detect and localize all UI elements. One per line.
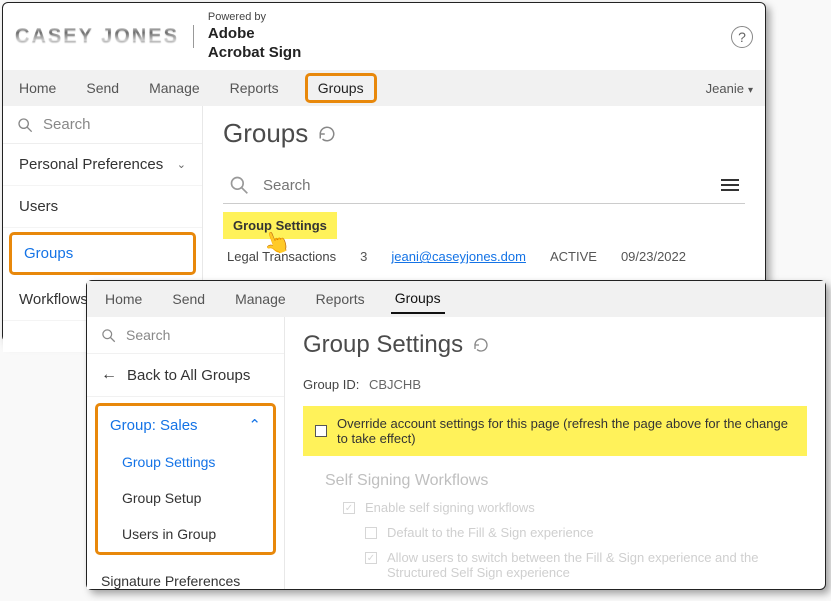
- chevron-down-icon: ⌄: [177, 158, 186, 171]
- nav-manage[interactable]: Manage: [145, 74, 204, 102]
- list-search-input[interactable]: [263, 177, 721, 194]
- nav-reports[interactable]: Reports: [226, 74, 283, 102]
- refresh-icon[interactable]: [473, 337, 489, 353]
- search-icon: [229, 175, 249, 195]
- sidebar-item-users[interactable]: Users: [3, 186, 202, 228]
- group-id-value: CBJCHB: [369, 377, 421, 392]
- page-title: Groups: [223, 118, 745, 149]
- opt-allow-switch[interactable]: ✓ Allow users to switch between the Fill…: [365, 550, 807, 580]
- group-settings-popup[interactable]: Group Settings 👆: [223, 212, 337, 239]
- powered-by-small: Powered by: [208, 11, 301, 25]
- sidebar-item-personal-preferences[interactable]: Personal Preferences ⌄: [3, 144, 202, 186]
- group-id: Group ID: CBJCHB: [303, 377, 807, 392]
- search-icon: [17, 117, 33, 133]
- sidebar: Search ← Back to All Groups Group: Sales…: [87, 317, 285, 589]
- page-title-text: Groups: [223, 118, 308, 149]
- opt-enable-self-signing[interactable]: ✓ Enable self signing workflows: [343, 500, 807, 515]
- sidebar-search-label: Search: [43, 116, 91, 133]
- help-icon[interactable]: ?: [731, 26, 753, 48]
- app-header: CASEY JONES Powered by Adobe Acrobat Sig…: [3, 3, 765, 70]
- checkbox-icon: ✓: [365, 552, 377, 564]
- group-status: ACTIVE: [550, 249, 597, 264]
- sidebar-item-signature-preferences[interactable]: Signature Preferences: [87, 561, 284, 601]
- group-count: 3: [360, 249, 367, 264]
- page-title: Group Settings: [303, 331, 807, 359]
- opt-label: Allow users to switch between the Fill &…: [387, 550, 807, 580]
- override-label: Override account settings for this page …: [337, 416, 795, 446]
- nav-reports[interactable]: Reports: [312, 285, 369, 313]
- list-search-bar: [223, 167, 745, 204]
- nav-send[interactable]: Send: [82, 74, 123, 102]
- brand-logo: CASEY JONES: [15, 25, 194, 48]
- nav-home[interactable]: Home: [15, 74, 60, 102]
- group-header[interactable]: Group: Sales ⌃: [98, 406, 273, 444]
- group-id-label: Group ID:: [303, 377, 359, 392]
- override-settings-bar[interactable]: Override account settings for this page …: [303, 406, 807, 456]
- opt-default-fill-sign[interactable]: Default to the Fill & Sign experience: [365, 525, 807, 540]
- sidebar-search[interactable]: Search: [87, 317, 284, 353]
- nav-home[interactable]: Home: [101, 285, 146, 313]
- body-layout: Search ← Back to All Groups Group: Sales…: [87, 317, 825, 589]
- group-header-label: Group: Sales: [110, 417, 198, 434]
- nav-manage[interactable]: Manage: [231, 285, 290, 313]
- arrow-left-icon: ←: [101, 366, 117, 384]
- primary-nav: Home Send Manage Reports Groups: [87, 281, 825, 317]
- search-icon: [101, 328, 116, 343]
- user-menu[interactable]: Jeanie: [706, 81, 753, 96]
- primary-nav: Home Send Manage Reports Groups Jeanie: [3, 70, 765, 106]
- sidebar-search-label: Search: [126, 327, 170, 343]
- nav-groups[interactable]: Groups: [305, 73, 377, 103]
- opt-label: Enable self signing workflows: [365, 500, 535, 515]
- sidebar-sub-group-settings[interactable]: Group Settings: [98, 444, 273, 480]
- powered-by-adobe: Adobe: [208, 25, 301, 44]
- back-to-all-groups[interactable]: ← Back to All Groups: [87, 353, 284, 397]
- powered-by-acrobat-sign: Acrobat Sign: [208, 44, 301, 63]
- override-checkbox[interactable]: [315, 425, 327, 437]
- checkbox-icon: ✓: [343, 502, 355, 514]
- sidebar-sub-users-in-group[interactable]: Users in Group: [98, 516, 273, 552]
- page-title-text: Group Settings: [303, 331, 463, 359]
- sidebar-sub-group-setup[interactable]: Group Setup: [98, 480, 273, 516]
- refresh-icon[interactable]: [318, 125, 336, 143]
- sidebar-item-groups[interactable]: Groups: [9, 232, 196, 275]
- nav-groups[interactable]: Groups: [391, 284, 445, 314]
- group-sidebar-box: Group: Sales ⌃ Group Settings Group Setu…: [95, 403, 276, 555]
- group-date: 09/23/2022: [621, 249, 686, 264]
- back-label: Back to All Groups: [127, 367, 250, 384]
- powered-by: Powered by Adobe Acrobat Sign: [208, 11, 301, 62]
- chevron-up-icon: ⌃: [248, 416, 261, 434]
- opt-label: Default to the Fill & Sign experience: [387, 525, 594, 540]
- group-settings-window: Home Send Manage Reports Groups Search ←…: [86, 280, 826, 590]
- list-options-icon[interactable]: [721, 179, 739, 191]
- checkbox-icon: [365, 527, 377, 539]
- main-content: Group Settings Group ID: CBJCHB Override…: [285, 317, 825, 589]
- group-row[interactable]: Legal Transactions 3 jeani@caseyjones.do…: [223, 239, 745, 270]
- sidebar-search[interactable]: Search: [3, 106, 202, 144]
- sidebar-item-label: Personal Preferences: [19, 156, 163, 173]
- nav-send[interactable]: Send: [168, 285, 209, 313]
- group-admin-email[interactable]: jeani@caseyjones.dom: [391, 249, 526, 264]
- section-self-signing: Self Signing Workflows: [325, 472, 807, 490]
